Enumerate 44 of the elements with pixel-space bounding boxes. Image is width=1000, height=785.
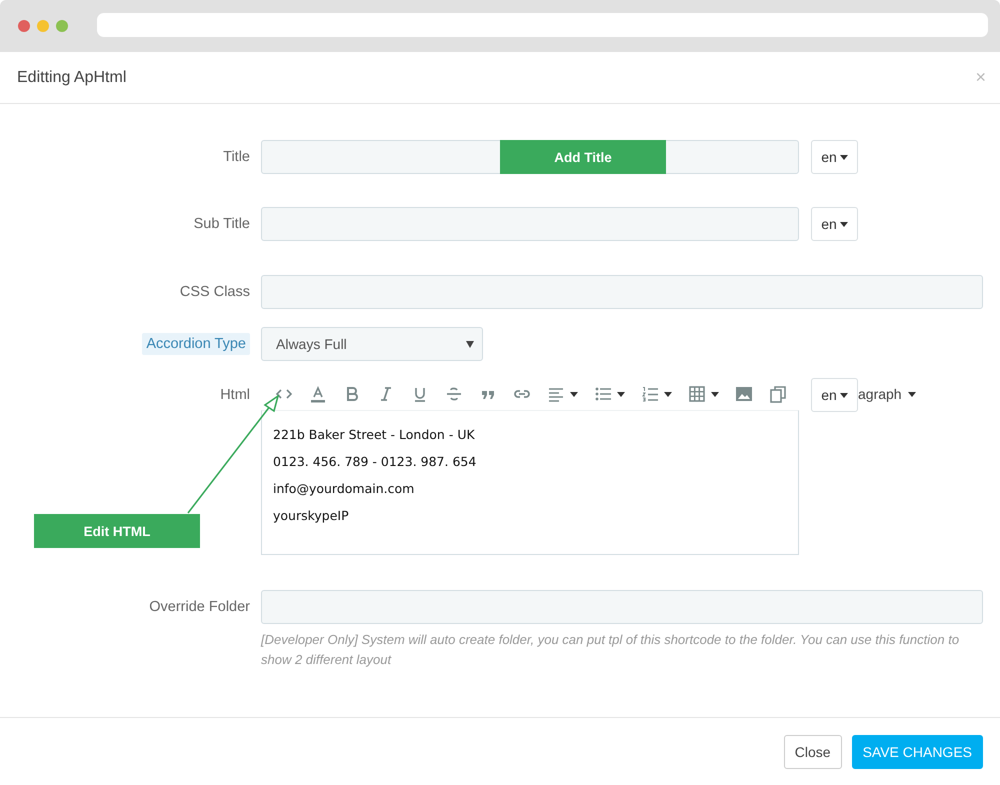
language-dropdown[interactable]: en <box>811 140 858 174</box>
text-input[interactable] <box>261 590 983 624</box>
accordion-type-select[interactable]: Always Full <box>261 327 483 361</box>
editor-text-line: 221b Baker Street - London - UK <box>273 427 475 442</box>
field-label: Title <box>223 148 250 167</box>
field-label: CSS Class <box>180 283 250 302</box>
help-text: [Developer Only] System will auto create folder, you can put tpl of this shortcode to the folder. You can use this function to show 2 different layout <box>261 631 960 669</box>
caret-icon <box>840 222 848 226</box>
text-input[interactable] <box>261 275 983 309</box>
caret-icon[interactable] <box>664 392 672 396</box>
copy-icon[interactable] <box>769 385 787 403</box>
window-control-dot[interactable] <box>18 20 30 32</box>
editor-text-line: yourskypeIP <box>273 508 349 523</box>
text-input[interactable] <box>261 207 799 241</box>
caret-icon <box>840 154 848 160</box>
numbered-list-icon[interactable] <box>641 385 659 403</box>
caret-icon <box>466 340 474 348</box>
modal-title: Editting ApHtml <box>17 68 126 86</box>
strikethrough-icon[interactable] <box>445 385 463 403</box>
format-dropdown-text[interactable]: agraph <box>858 386 902 402</box>
field-label: Accordion Type <box>142 333 250 355</box>
caret-icon[interactable] <box>570 392 578 396</box>
close-button[interactable]: Close <box>784 735 842 769</box>
field-label: Sub Title <box>194 215 250 234</box>
bullet-list-icon[interactable] <box>594 385 612 403</box>
editor-text-line: info@yourdomain.com <box>273 481 414 496</box>
caret-icon[interactable] <box>711 392 719 396</box>
image-icon[interactable] <box>735 385 753 403</box>
callout-tooltip: Edit HTML <box>34 514 200 548</box>
callout-tooltip: Add Title <box>500 140 666 174</box>
editor-text-line: 0123. 456. 789 - 0123. 987. 654 <box>273 454 476 469</box>
window-control-dot[interactable] <box>56 20 68 32</box>
field-label: Html <box>220 386 250 405</box>
font-color-icon[interactable] <box>309 385 327 403</box>
language-dropdown[interactable]: en <box>811 378 858 412</box>
align-left-icon[interactable] <box>547 385 565 403</box>
html-editor-area[interactable]: 221b Baker Street - London - UK 0123. 456. 789 - 0123. 987. 654 info@yourdomain.com yourskypeIP <box>261 410 799 555</box>
caret-icon[interactable] <box>908 392 916 396</box>
window-control-dot[interactable] <box>37 20 49 32</box>
caret-icon <box>840 392 848 398</box>
caret-icon[interactable] <box>617 392 625 396</box>
table-icon[interactable] <box>688 385 706 403</box>
language-dropdown[interactable]: en <box>811 207 858 241</box>
field-label: Override Folder <box>149 598 250 617</box>
